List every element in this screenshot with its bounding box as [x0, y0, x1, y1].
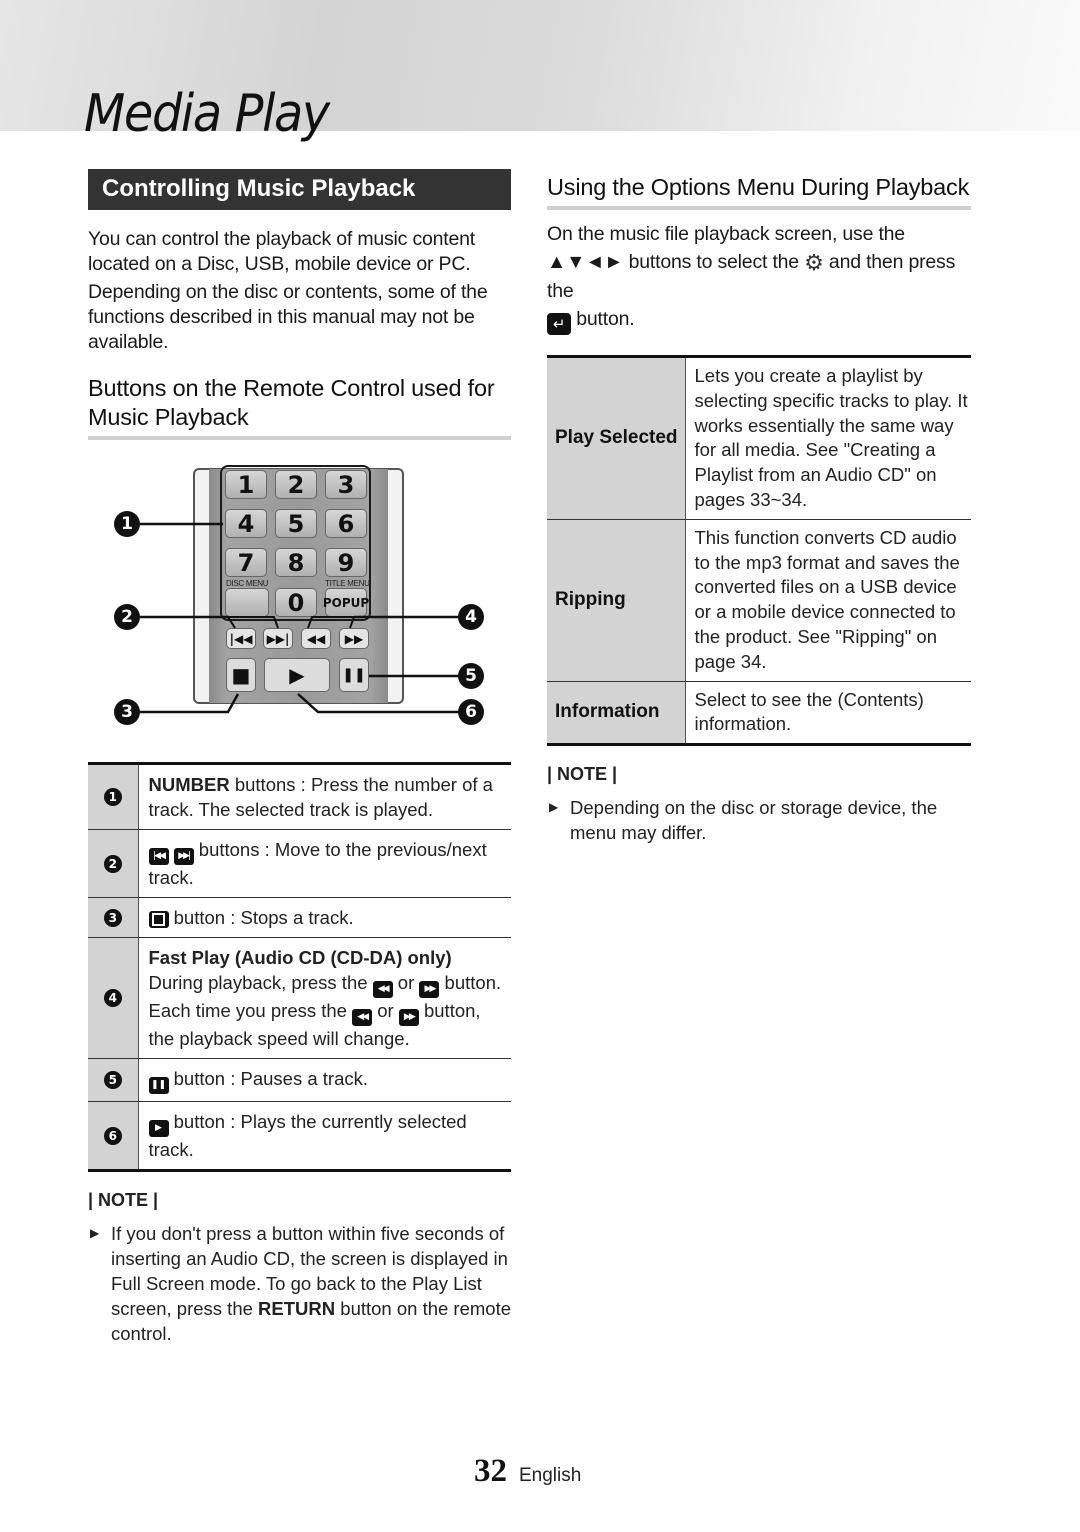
bullet-arrow-icon: ▶ [549, 800, 559, 815]
note-text: Depending on the disc or storage device,… [570, 797, 938, 844]
intro-paragraph: Depending on the disc or contents, some … [88, 281, 488, 353]
table-row: Ripping This function converts CD audio … [547, 519, 971, 682]
chapter-title: Media Play [84, 84, 330, 144]
page-footer: 32 English [474, 1453, 581, 1490]
table-row: 5 ❚❚ button : Pauses a track. [88, 1058, 511, 1102]
gear-icon: ⚙ [804, 250, 824, 275]
note-label: | NOTE | [547, 764, 618, 785]
option-name: Ripping [547, 519, 686, 682]
table-row: 6 ▶ button : Plays the currently selecte… [88, 1101, 511, 1172]
note-label: | NOTE | [88, 1190, 159, 1210]
subheading-rule [88, 436, 511, 440]
text: During playback, press the [148, 972, 373, 993]
callout-lines [140, 522, 460, 714]
option-description: This function converts CD audio to the m… [685, 519, 971, 682]
right-column: Using the Options Menu During Playback O… [547, 169, 971, 845]
text: or [372, 1000, 399, 1021]
callout-4: 4 [458, 604, 484, 630]
note-item: ▶ If you don't press a button within fiv… [88, 1221, 511, 1346]
page-number: 32 [474, 1453, 507, 1489]
row-number-badge: 2 [103, 854, 122, 873]
fast-play-description: During playback, press the ◀◀ or ▶▶ butt… [149, 970, 512, 1051]
callout-3: 3 [114, 699, 140, 725]
section-title: Controlling Music Playback [88, 169, 511, 210]
fast-forward-icon: ▶▶ [398, 1009, 419, 1026]
callout-2: 2 [114, 604, 140, 630]
option-name: Information [547, 681, 686, 747]
table-row: 3 button : Stops a track. [88, 897, 511, 938]
return-button-label: RETURN [258, 1298, 336, 1319]
row-number-badge: 5 [103, 1071, 122, 1089]
text: or [392, 972, 420, 993]
heading-rule [547, 206, 971, 210]
text: Each time you press the [148, 1000, 353, 1021]
row-number-badge: 1 [103, 788, 122, 806]
table-row: Information Select to see the (Contents)… [547, 681, 971, 747]
row-number-badge: 6 [103, 1126, 122, 1145]
rewind-icon: ◀◀ [352, 1009, 373, 1026]
pause-icon: ❚❚ [148, 1077, 169, 1094]
enter-icon: ↵ [547, 313, 571, 335]
row-number-badge: 3 [103, 908, 122, 927]
remote-buttons-table: 1 NUMBER buttons : Press the number of a… [88, 762, 511, 1172]
row-description: buttons : Move to the previous/next trac… [148, 839, 487, 888]
callout-1: 1 [114, 511, 140, 537]
callout-5: 5 [458, 663, 484, 689]
play-icon: ▶ [148, 1120, 169, 1137]
options-intro: On the music file playback screen, use t… [547, 220, 971, 335]
remote-control-figure: 1 2 3 4 5 6 7 8 9 DISC MENU TITLE MENU 0… [88, 462, 511, 752]
option-name: Play Selected [547, 355, 686, 520]
row-description: button : Stops a track. [168, 907, 354, 928]
page-language: English [519, 1465, 582, 1486]
bullet-arrow-icon: ▶ [90, 1226, 100, 1240]
table-row: 4 Fast Play (Audio CD (CD-DA) only) Duri… [88, 937, 512, 1059]
table-row: 2 |◀◀ ▶▶| buttons : Move to the previous… [88, 829, 511, 898]
options-menu-heading: Using the Options Menu During Playback [547, 174, 970, 200]
table-row: Play Selected Lets you create a playlist… [547, 355, 971, 520]
note-item: ▶ Depending on the disc or storage devic… [547, 795, 971, 845]
next-track-icon: ▶▶| [173, 848, 194, 865]
rewind-icon: ◀◀ [372, 981, 393, 998]
row-number-badge: 4 [103, 989, 122, 1007]
option-description: Lets you create a playlist by selecting … [685, 355, 971, 520]
row-description: button : Pauses a track. [168, 1068, 368, 1089]
text: button. [439, 972, 502, 993]
number-buttons-label: NUMBER [148, 774, 230, 795]
options-table: Play Selected Lets you create a playlist… [547, 355, 971, 747]
subheading-remote-buttons: Buttons on the Remote Control used for M… [88, 375, 495, 430]
fast-play-title: Fast Play (Audio CD (CD-DA) only) [148, 947, 452, 968]
row-description: button : Plays the currently selected tr… [148, 1111, 467, 1160]
table-row: 1 NUMBER buttons : Press the number of a… [88, 762, 511, 830]
fast-forward-icon: ▶▶ [419, 981, 440, 998]
intro-paragraph: You can control the playback of music co… [88, 228, 476, 275]
prev-track-icon: |◀◀ [148, 848, 169, 865]
option-description: Select to see the (Contents) information… [685, 681, 971, 747]
stop-icon [148, 911, 169, 928]
callout-6: 6 [458, 699, 484, 725]
intro-text: button. [571, 308, 635, 330]
left-column: Controlling Music Playback You can contr… [88, 169, 511, 1346]
